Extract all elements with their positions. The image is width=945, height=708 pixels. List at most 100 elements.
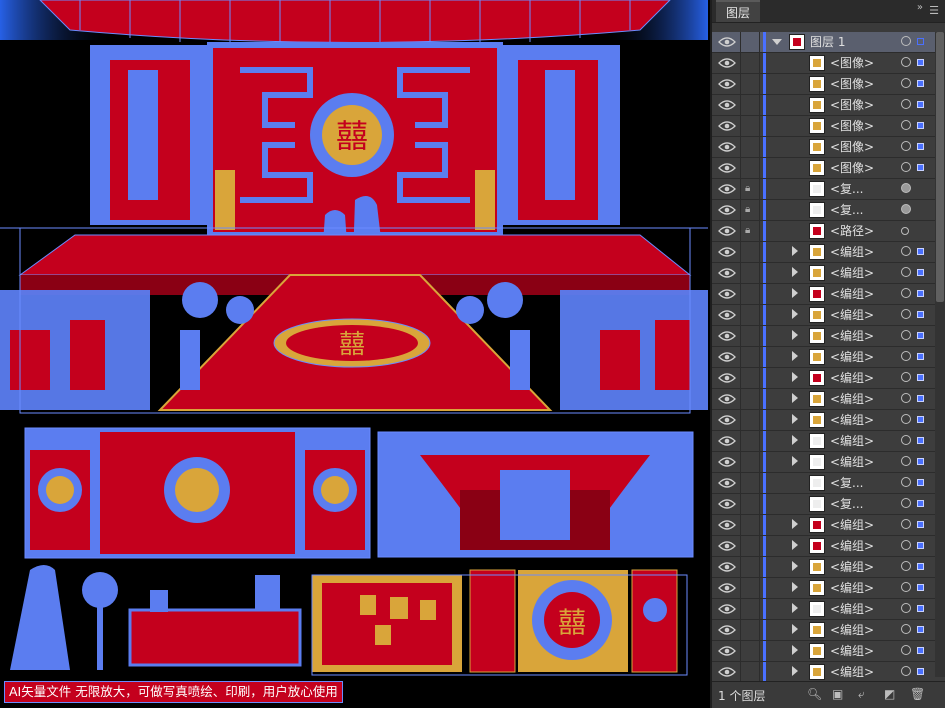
lock-toggle[interactable] — [740, 578, 760, 598]
layer-name[interactable]: <编组> — [830, 557, 874, 577]
layer-row[interactable]: <编组> — [712, 305, 945, 326]
target-icon[interactable] — [901, 309, 911, 319]
target-icon[interactable] — [901, 99, 911, 109]
target-icon[interactable] — [901, 540, 911, 550]
target-icon[interactable] — [901, 645, 911, 655]
layer-name[interactable]: <复... — [830, 179, 864, 199]
layer-name[interactable]: <编组> — [830, 389, 874, 409]
layer-row[interactable]: <编组> — [712, 431, 945, 452]
layer-row[interactable]: <编组> — [712, 515, 945, 536]
layer-row[interactable]: <编组> — [712, 536, 945, 557]
lock-toggle[interactable] — [740, 599, 760, 619]
scrollbar-thumb[interactable] — [936, 32, 944, 302]
lock-toggle[interactable] — [740, 620, 760, 640]
lock-toggle[interactable]: 🔒︎ — [740, 200, 760, 220]
visibility-eye-icon[interactable] — [718, 477, 736, 489]
layer-name[interactable]: <编组> — [830, 284, 874, 304]
layer-name[interactable]: <图像> — [830, 116, 874, 136]
target-icon[interactable] — [901, 624, 911, 634]
collapse-triangle-icon[interactable] — [772, 39, 782, 45]
target-icon[interactable] — [901, 456, 911, 466]
layer-name[interactable]: <复... — [830, 200, 864, 220]
lock-toggle[interactable] — [740, 158, 760, 178]
layer-row[interactable]: <复... — [712, 494, 945, 515]
target-icon[interactable] — [901, 372, 911, 382]
expand-triangle-icon[interactable] — [792, 435, 798, 445]
lock-toggle[interactable] — [740, 515, 760, 535]
layer-row[interactable]: <编组> — [712, 557, 945, 578]
layer-name[interactable]: <图像> — [830, 158, 874, 178]
target-icon[interactable] — [901, 288, 911, 298]
lock-toggle[interactable] — [740, 557, 760, 577]
target-icon[interactable] — [901, 603, 911, 613]
visibility-eye-icon[interactable] — [718, 204, 736, 216]
target-icon[interactable] — [901, 330, 911, 340]
target-icon[interactable] — [901, 162, 911, 172]
visibility-eye-icon[interactable] — [718, 372, 736, 384]
expand-triangle-icon[interactable] — [792, 519, 798, 529]
visibility-eye-icon[interactable] — [718, 351, 736, 363]
expand-triangle-icon[interactable] — [792, 246, 798, 256]
expand-triangle-icon[interactable] — [792, 603, 798, 613]
visibility-eye-icon[interactable] — [718, 225, 736, 237]
expand-triangle-icon[interactable] — [792, 393, 798, 403]
layer-row[interactable]: <编组> — [712, 662, 945, 683]
expand-triangle-icon[interactable] — [792, 267, 798, 277]
visibility-eye-icon[interactable] — [718, 435, 736, 447]
layer-list-scrollbar[interactable] — [935, 32, 945, 677]
layer-name[interactable]: <编组> — [830, 578, 874, 598]
layer-row[interactable]: <编组> — [712, 326, 945, 347]
layer-name[interactable]: <图像> — [830, 95, 874, 115]
layer-name[interactable]: <编组> — [830, 368, 874, 388]
selection-indicator[interactable] — [917, 458, 924, 465]
layer-name[interactable]: <编组> — [830, 242, 874, 262]
layer-name[interactable]: <图像> — [830, 74, 874, 94]
layer-row[interactable]: <编组> — [712, 578, 945, 599]
selection-indicator[interactable] — [917, 353, 924, 360]
layer-name[interactable]: <编组> — [830, 263, 874, 283]
lock-toggle[interactable] — [740, 137, 760, 157]
visibility-eye-icon[interactable] — [718, 582, 736, 594]
selection-indicator[interactable] — [917, 374, 924, 381]
visibility-eye-icon[interactable] — [718, 120, 736, 132]
expand-triangle-icon[interactable] — [792, 456, 798, 466]
visibility-eye-icon[interactable] — [718, 141, 736, 153]
selection-indicator[interactable] — [917, 626, 924, 633]
visibility-eye-icon[interactable] — [718, 99, 736, 111]
target-icon[interactable] — [901, 561, 911, 571]
selection-indicator[interactable] — [917, 521, 924, 528]
lock-toggle[interactable]: 🔒︎ — [740, 179, 760, 199]
layer-row[interactable]: 🔒︎ <路径> — [712, 221, 945, 242]
lock-toggle[interactable] — [740, 326, 760, 346]
selection-indicator[interactable] — [917, 101, 924, 108]
lock-toggle[interactable] — [740, 74, 760, 94]
visibility-eye-icon[interactable] — [718, 162, 736, 174]
layer-row[interactable]: <编组> — [712, 410, 945, 431]
selection-indicator[interactable] — [917, 500, 924, 507]
layer-name[interactable]: <编组> — [830, 431, 874, 451]
visibility-eye-icon[interactable] — [718, 519, 736, 531]
target-icon[interactable] — [901, 183, 911, 193]
layer-row[interactable]: <编组> — [712, 263, 945, 284]
create-new-layer-icon[interactable]: ◩ — [884, 687, 895, 701]
layer-row[interactable]: <编组> — [712, 284, 945, 305]
layer-name[interactable]: <编组> — [830, 662, 874, 682]
target-icon[interactable] — [901, 227, 909, 235]
layer-name[interactable]: <编组> — [830, 410, 874, 430]
tab-layers[interactable]: 图层 — [716, 0, 761, 22]
visibility-eye-icon[interactable] — [718, 309, 736, 321]
layer-row[interactable]: <图像> — [712, 74, 945, 95]
target-icon[interactable] — [901, 498, 911, 508]
layer-row[interactable]: 🔒︎ <复... — [712, 200, 945, 221]
layer-row[interactable]: <编组> — [712, 599, 945, 620]
selection-indicator[interactable] — [917, 290, 924, 297]
collapse-arrows-icon[interactable]: » — [917, 2, 923, 13]
lock-toggle[interactable] — [740, 284, 760, 304]
visibility-eye-icon[interactable] — [718, 666, 736, 678]
lock-toggle[interactable] — [740, 641, 760, 661]
selection-indicator[interactable] — [917, 122, 924, 129]
lock-toggle[interactable] — [740, 95, 760, 115]
layer-row-top[interactable]: 图层 1 — [712, 32, 945, 53]
layer-row[interactable]: <图像> — [712, 137, 945, 158]
layer-name[interactable]: <编组> — [830, 641, 874, 661]
